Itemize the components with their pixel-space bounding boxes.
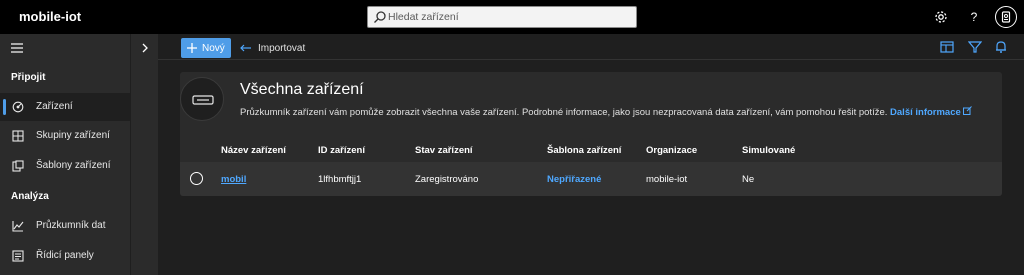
sidebar-item-label: Průzkumník dat (36, 220, 106, 231)
device-template-link[interactable]: Nepřiřazené (547, 174, 601, 185)
external-link-icon (963, 106, 973, 115)
device-name-link[interactable]: mobil (221, 174, 246, 185)
description-text: Průzkumník zařízení vám pomůže zobrazit … (240, 107, 888, 118)
more-info-link[interactable]: Další informace (890, 106, 973, 118)
devices-card: Všechna zařízení Průzkumník zařízení vám… (180, 72, 1002, 196)
sidebar-item-label: Zařízení (36, 101, 73, 112)
search-input[interactable] (388, 9, 628, 25)
device-templates-icon (12, 160, 24, 172)
column-header[interactable]: Organizace (646, 145, 697, 156)
sidebar-collapse-strip (130, 34, 158, 275)
column-header[interactable]: ID zařízení (318, 145, 365, 156)
device-id: 1lfhbmftjj1 (318, 174, 362, 185)
device-hero-icon (180, 77, 224, 121)
page-title: Všechna zařízení (240, 81, 364, 98)
gear-icon[interactable] (932, 8, 950, 26)
chevron-right-icon[interactable] (141, 43, 149, 53)
import-arrow-icon (240, 44, 251, 52)
import-button[interactable]: Importovat (240, 38, 305, 58)
page-description: Průzkumník zařízení vám pomůže zobrazit … (240, 106, 973, 118)
new-device-button[interactable]: Nový (181, 38, 231, 58)
sidebar-item-label: Šablony zařízení (36, 160, 111, 171)
section-connect: Připojit (11, 72, 46, 83)
column-header[interactable]: Stav zařízení (415, 145, 473, 156)
filter-icon[interactable] (968, 40, 982, 54)
bell-icon[interactable] (994, 40, 1008, 54)
dashboards-icon (12, 250, 24, 262)
search-icon (374, 11, 386, 23)
devices-icon (12, 101, 24, 113)
plus-icon (187, 43, 197, 53)
command-bar: Nový Importovat (158, 34, 1024, 60)
device-groups-icon (12, 130, 24, 142)
sidebar: Připojit Zařízení Skupiny zařízení Šablo… (0, 34, 130, 275)
device-simulated: Ne (742, 174, 755, 185)
active-indicator (3, 99, 6, 115)
sidebar-item-devices[interactable]: Zařízení (0, 93, 130, 121)
table-row[interactable]: mobil 1lfhbmftjj1 Zaregistrováno Nepřiřa… (180, 162, 1002, 196)
import-button-label: Importovat (258, 42, 306, 54)
device-organization: mobile-iot (646, 174, 688, 185)
sidebar-item-label: Řídicí panely (36, 250, 94, 261)
section-analysis: Analýza (11, 191, 49, 202)
sidebar-item-device-templates[interactable]: Šablony zařízení (0, 152, 130, 180)
sidebar-item-device-groups[interactable]: Skupiny zařízení (0, 122, 130, 150)
sidebar-item-data-explorer[interactable]: Průzkumník dat (0, 212, 130, 240)
user-badge-icon[interactable] (995, 6, 1017, 28)
sidebar-item-dashboards[interactable]: Řídicí panely (0, 242, 130, 270)
top-bar: mobile-iot ? (0, 0, 1024, 34)
column-header[interactable]: Název zařízení (221, 145, 286, 156)
new-button-label: Nový (202, 42, 225, 54)
table-header: Název zařízení ID zařízení Stav zařízení… (180, 142, 1002, 162)
row-select-radio[interactable] (190, 172, 203, 185)
column-header[interactable]: Simulované (742, 145, 795, 156)
data-explorer-icon (12, 221, 24, 232)
sidebar-item-label: Skupiny zařízení (36, 130, 110, 141)
app-title[interactable]: mobile-iot (19, 9, 81, 24)
device-status: Zaregistrováno (415, 174, 479, 185)
search-box[interactable] (367, 6, 637, 28)
columns-icon[interactable] (940, 40, 954, 54)
help-icon[interactable]: ? (965, 8, 983, 26)
column-header[interactable]: Šablona zařízení (547, 145, 621, 156)
hamburger-icon[interactable] (11, 43, 23, 53)
